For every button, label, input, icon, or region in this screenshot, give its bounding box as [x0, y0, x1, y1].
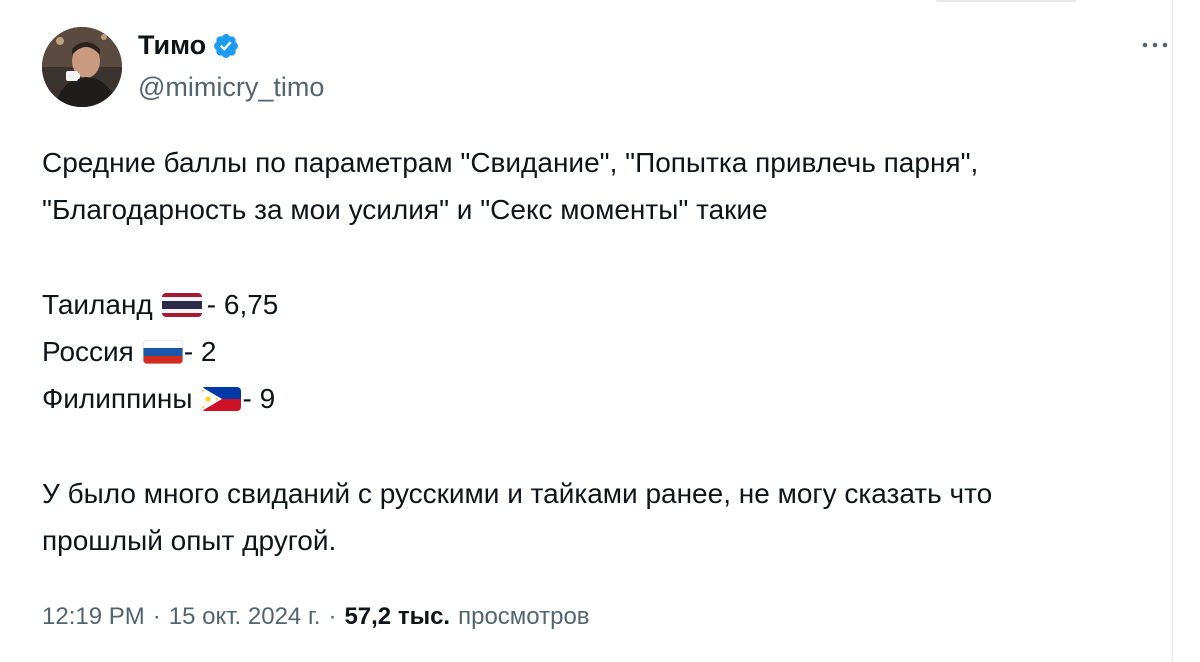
avatar[interactable] — [42, 27, 122, 107]
views-label: просмотров — [458, 603, 590, 630]
tweet-paragraph-1: Средние баллы по параметрам "Свидание", … — [42, 139, 978, 233]
thailand-flag-icon — [161, 292, 202, 317]
country-name: Таиланд — [42, 289, 153, 320]
philippines-flag-icon — [201, 386, 242, 411]
score-row-philippines: Филиппины - 9 — [42, 375, 278, 422]
tweet-paragraph-2: У было много свиданий с русскими и тайка… — [42, 470, 992, 564]
tweet-meta: 12:19 PM · 15 окт. 2024 г. · 57,2 тыс. п… — [42, 603, 590, 631]
text-line: Средние баллы по параметрам "Свидание", … — [42, 147, 979, 178]
author-name-row[interactable]: Тимо — [138, 30, 240, 61]
tweet-date[interactable]: 15 окт. 2024 г. — [169, 603, 321, 631]
country-name: Россия — [42, 336, 134, 367]
russia-flag-icon — [142, 339, 183, 364]
tweet-time[interactable]: 12:19 PM — [42, 603, 145, 631]
avatar-image — [42, 27, 122, 107]
meta-separator: · — [328, 603, 337, 630]
verified-badge-icon[interactable] — [212, 32, 240, 60]
text-line: У было много свиданий с русскими и тайка… — [42, 478, 993, 509]
author-handle[interactable]: @mimicry_timo — [138, 72, 324, 103]
meta-separator: · — [152, 603, 161, 630]
score-row-thailand: Таиланд - 6,75 — [42, 281, 278, 328]
scores-list: Таиланд - 6,75 Россия - 2 Филиппины - 9 — [42, 281, 278, 422]
top-divider — [936, 0, 1076, 2]
score-row-russia: Россия - 2 — [42, 328, 278, 375]
author-name[interactable]: Тимо — [138, 30, 206, 61]
text-line: "Благодарность за мои усилия" и "Секс мо… — [42, 194, 768, 225]
tweet-card: Тимо @mimicry_timo Средние баллы по пара… — [0, 0, 1173, 662]
score-value: - 2 — [183, 336, 217, 367]
score-value: - 9 — [242, 383, 276, 414]
more-options-icon[interactable] — [1138, 30, 1172, 60]
text-line: прошлый опыт другой. — [42, 525, 337, 556]
score-value: - 6,75 — [206, 289, 279, 320]
country-name: Филиппины — [42, 383, 193, 414]
views-count[interactable]: 57,2 тыс. — [344, 603, 450, 631]
